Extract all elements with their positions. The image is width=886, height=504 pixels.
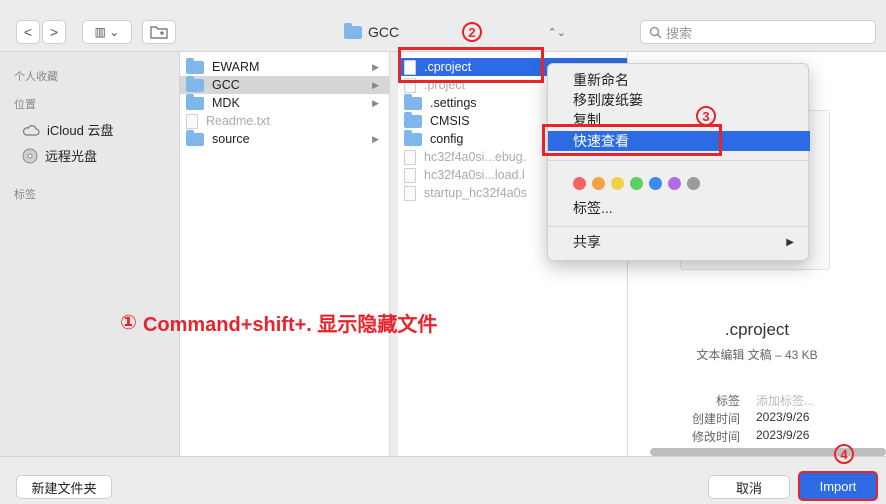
preview-kind: 文本编辑 文稿 – 43 KB bbox=[696, 348, 818, 362]
context-menu: 重新命名 移到废纸篓 复制 快速查看 标签... 共享 ▶ bbox=[547, 63, 810, 261]
tag-green[interactable] bbox=[630, 177, 643, 190]
menu-item-tags[interactable]: 标签... bbox=[548, 198, 810, 218]
folder-icon bbox=[186, 76, 204, 92]
file-icon bbox=[404, 149, 416, 165]
created-label: 创建时间 bbox=[692, 412, 741, 426]
list-item-label: CMSIS bbox=[430, 114, 470, 128]
chevron-right-icon: ▶ bbox=[372, 133, 379, 144]
preview-filename: .cproject bbox=[724, 320, 790, 339]
folder-icon bbox=[404, 112, 422, 128]
sidebar-item-label: iCloud 云盘 bbox=[47, 123, 114, 138]
menu-item-label: 共享 bbox=[573, 234, 601, 250]
tag-yellow[interactable] bbox=[611, 177, 624, 190]
modified-label: 修改时间 bbox=[692, 430, 741, 444]
file-icon bbox=[186, 113, 198, 129]
path-popup[interactable]: GCC ⌃⌄ bbox=[330, 20, 570, 44]
sidebar-favorites-heading: 个人收藏 bbox=[14, 71, 58, 83]
folder-icon bbox=[186, 130, 204, 146]
tag-gray[interactable] bbox=[687, 177, 700, 190]
chevron-right-icon: ▶ bbox=[372, 61, 379, 72]
list-item[interactable]: source ▶ bbox=[180, 130, 389, 148]
import-button[interactable]: Import bbox=[798, 471, 878, 501]
toolbar: < > ▥ ⌄ GCC ⌃⌄ 搜索 bbox=[0, 0, 886, 52]
column-1: EWARM ▶ GCC ▶ MDK ▶ Readme.txt source ▶ bbox=[180, 52, 390, 456]
list-item-label: .settings bbox=[430, 96, 477, 110]
list-item-label: startup_hc32f4a0s bbox=[424, 186, 527, 200]
list-item-label: hc32f4a0si...ebug. bbox=[424, 150, 527, 164]
tag-orange[interactable] bbox=[592, 177, 605, 190]
annotation-text-1: Command+shift+. 显示隐藏文件 bbox=[142, 314, 438, 336]
list-item-label: MDK bbox=[212, 96, 240, 110]
folder-icon bbox=[404, 130, 422, 146]
chevron-right-icon: ▶ bbox=[372, 97, 379, 108]
search-icon bbox=[649, 26, 662, 38]
path-label: GCC bbox=[368, 24, 400, 40]
folder-icon bbox=[404, 94, 422, 110]
sidebar-tags-heading: 标签 bbox=[14, 189, 36, 201]
annotation-1: ① Command+shift+. 显示隐藏文件 bbox=[120, 308, 437, 337]
list-item-label: config bbox=[430, 132, 464, 146]
modified-value: 2023/9/26 bbox=[756, 428, 810, 442]
forward-button[interactable]: > bbox=[42, 20, 66, 44]
folder-icon bbox=[186, 58, 204, 74]
sidebar-item-icloud[interactable]: iCloud 云盘 bbox=[22, 120, 113, 139]
annotation-marker-3: 3 bbox=[696, 106, 716, 126]
view-mode-button[interactable]: ▥ ⌄ bbox=[82, 20, 132, 44]
cloud-icon bbox=[22, 124, 40, 136]
list-item-label: Readme.txt bbox=[206, 114, 270, 128]
chevron-updown-icon: ⌃⌄ bbox=[547, 26, 566, 39]
created-value: 2023/9/26 bbox=[756, 410, 810, 424]
cancel-button[interactable]: 取消 bbox=[708, 475, 790, 499]
folder-icon bbox=[186, 94, 204, 110]
sidebar-item-label: 远程光盘 bbox=[45, 149, 98, 164]
search-input[interactable]: 搜索 bbox=[640, 20, 876, 44]
annotation-marker-4: 4 bbox=[834, 444, 854, 464]
list-item-selected[interactable]: GCC ▶ bbox=[180, 76, 389, 94]
tag-blue[interactable] bbox=[649, 177, 662, 190]
menu-item-rename[interactable]: 重新命名 bbox=[548, 70, 810, 90]
new-folder-toolbar-button[interactable] bbox=[142, 20, 176, 44]
add-tags-field[interactable]: 添加标签... bbox=[756, 392, 814, 409]
tag-red[interactable] bbox=[573, 177, 586, 190]
menu-item-trash[interactable]: 移到废纸篓 bbox=[548, 90, 810, 110]
list-item-label: source bbox=[212, 132, 250, 146]
file-icon bbox=[404, 185, 416, 201]
menu-separator bbox=[548, 160, 810, 161]
list-item-label: hc32f4a0si...load.l bbox=[424, 168, 525, 182]
list-item[interactable]: EWARM ▶ bbox=[180, 58, 389, 76]
folder-icon bbox=[344, 22, 362, 39]
sidebar: 个人收藏 位置 iCloud 云盘 远程光盘 标签 bbox=[0, 52, 180, 456]
menu-item-share[interactable]: 共享 ▶ bbox=[548, 232, 810, 252]
search-placeholder: 搜索 bbox=[666, 25, 693, 41]
list-item-label: GCC bbox=[212, 78, 240, 92]
chevron-right-icon: ▶ bbox=[786, 236, 794, 248]
menu-separator bbox=[548, 226, 810, 227]
tag-color-row bbox=[573, 177, 700, 190]
annotation-marker-1: ① bbox=[120, 312, 137, 334]
annotation-marker-2: 2 bbox=[462, 22, 482, 42]
new-folder-button[interactable]: 新建文件夹 bbox=[16, 475, 112, 499]
sidebar-locations-heading: 位置 bbox=[14, 99, 36, 111]
annotation-box-2 bbox=[398, 47, 544, 83]
list-item[interactable]: Readme.txt bbox=[180, 112, 389, 130]
disc-icon bbox=[22, 148, 38, 163]
back-button[interactable]: < bbox=[16, 20, 40, 44]
tag-purple[interactable] bbox=[668, 177, 681, 190]
sidebar-item-optical[interactable]: 远程光盘 bbox=[22, 146, 97, 165]
folder-plus-icon bbox=[150, 26, 168, 39]
list-item-label: EWARM bbox=[212, 60, 260, 74]
file-icon bbox=[404, 167, 416, 183]
tags-label: 标签 bbox=[716, 394, 741, 408]
chevron-right-icon: ▶ bbox=[372, 79, 379, 90]
list-item[interactable]: MDK ▶ bbox=[180, 94, 389, 112]
bottom-bar: 新建文件夹 取消 Import bbox=[0, 456, 886, 504]
annotation-box-3 bbox=[542, 124, 722, 156]
